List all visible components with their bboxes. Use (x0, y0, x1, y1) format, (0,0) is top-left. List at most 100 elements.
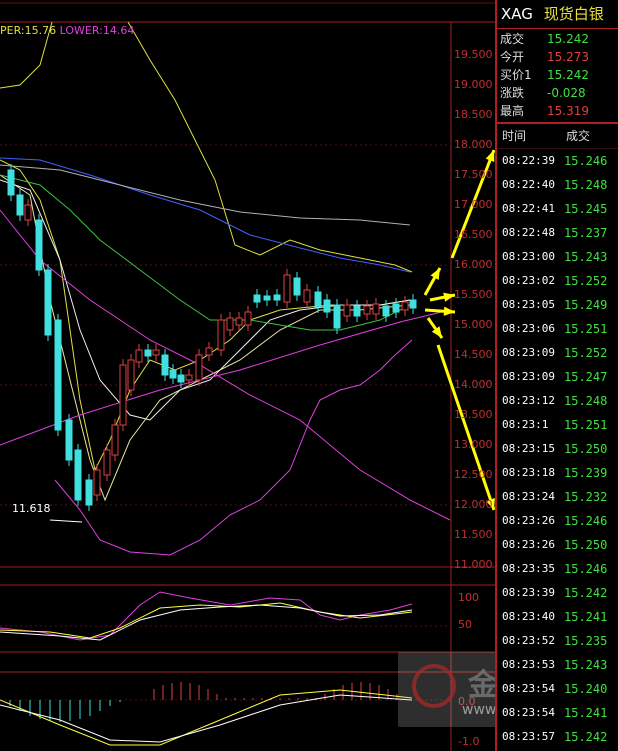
price-axis-tick: 17.000 (454, 198, 493, 211)
tick-time: 08:23:12 (502, 394, 555, 407)
quote-value: 15.242 (547, 32, 589, 46)
tick-row: 08:23:09 15.247 (497, 365, 618, 389)
quote-label: 今开 (500, 50, 525, 64)
bull-candle (103, 449, 111, 476)
tick-list[interactable]: 08:22:39 15.246 08:22:40 15.248 08:22:41 15.2… (497, 149, 618, 749)
tick-price: 15.242 (564, 586, 608, 600)
tick-row: 08:23:02 15.252 (497, 269, 618, 293)
tick-row: 08:22:41 15.245 (497, 197, 618, 221)
price-axis-tick: 11.000 (454, 558, 493, 571)
bull-candle (119, 364, 127, 426)
price-axis-tick: 17.500 (454, 168, 493, 181)
price-axis-tick: 19.000 (454, 78, 493, 91)
tick-row: 08:23:24 15.232 (497, 485, 618, 509)
bear-candle (65, 419, 73, 461)
tick-price: 15.240 (564, 682, 608, 696)
ma-line-grey (0, 164, 411, 226)
tick-row: 08:23:54 15.240 (497, 677, 618, 701)
bear-candle (409, 299, 417, 309)
bull-candle (152, 349, 160, 356)
symbol: XAG (501, 5, 533, 23)
tick-time: 08:23:54 (502, 706, 555, 719)
osc-line-j (0, 604, 413, 641)
tick-price: 15.241 (564, 610, 608, 624)
quote-value: 15.319 (547, 104, 589, 118)
bear-candle (74, 449, 82, 501)
price-axis-tick: 19.500 (454, 48, 493, 61)
tick-row: 08:23:52 15.235 (497, 629, 618, 653)
bear-candle (392, 303, 400, 313)
tick-row: 08:22:39 15.246 (497, 149, 618, 173)
low-marker-line (49, 519, 83, 523)
tick-price: 15.247 (564, 370, 608, 384)
tick-time: 08:23:15 (502, 442, 555, 455)
tick-row: 08:23:09 15.252 (497, 341, 618, 365)
tick-time: 08:23:40 (502, 610, 555, 623)
signal-line (0, 694, 413, 743)
quote-row: 成交 15.242 (497, 30, 618, 48)
quote-value: 15.242 (547, 68, 589, 82)
bear-candle (177, 374, 185, 383)
tick-price: 15.245 (564, 202, 608, 216)
bear-candle (85, 479, 93, 506)
kline-chart[interactable] (0, 0, 495, 751)
bear-candle (54, 319, 62, 431)
tick-price: 15.237 (564, 226, 608, 240)
ma-line-blue (0, 157, 411, 273)
bear-candle (333, 304, 341, 329)
tick-price: 15.248 (564, 394, 608, 408)
instrument-title: XAG 现货白银 (497, 0, 618, 29)
tick-price: 15.246 (564, 562, 608, 576)
bear-candle (263, 295, 271, 301)
annotation-arrow-line (436, 344, 495, 511)
instrument-name: 现货白银 (543, 5, 604, 23)
bollinger-legend: PER:15.76 LOWER:14.64 (0, 24, 134, 37)
macd-line (0, 689, 413, 746)
tick-time: 08:23:35 (502, 562, 555, 575)
tick-price: 15.251 (564, 322, 608, 336)
bull-candle (401, 301, 409, 311)
price-axis-tick: 13.000 (454, 438, 493, 451)
tick-time: 08:23:09 (502, 370, 555, 383)
tick-price: 15.250 (564, 442, 608, 456)
tick-time: 08:23:53 (502, 658, 555, 671)
osc1-tick: 100 (458, 591, 479, 604)
bull-candle (244, 311, 252, 326)
tick-row: 08:23:26 15.250 (497, 533, 618, 557)
tick-row: 08:22:48 15.237 (497, 221, 618, 245)
quote-row: 今开 15.273 (497, 48, 618, 66)
price-axis-tick: 11.500 (454, 528, 493, 541)
quote-summary: 成交 15.242 今开 15.273 买价1 15.242 涨跌 -0.028 最高 15.31… (497, 29, 618, 124)
quote-label: 买价1 (500, 68, 532, 82)
tick-time: 08:23:54 (502, 682, 555, 695)
tick-row: 08:23:53 15.243 (497, 653, 618, 677)
tick-price: 15.252 (564, 274, 608, 288)
tick-time: 08:23:57 (502, 730, 555, 743)
price-axis-tick: 12.000 (454, 498, 493, 511)
bear-candle (253, 294, 261, 303)
tick-price: 15.251 (564, 418, 608, 432)
tick-row: 08:23:54 15.241 (497, 701, 618, 725)
tick-price: 15.242 (564, 730, 608, 744)
bull-candle (111, 424, 119, 456)
tick-row: 08:23:00 15.243 (497, 245, 618, 269)
bull-candle (235, 317, 243, 326)
tick-price: 15.243 (564, 250, 608, 264)
tick-price: 15.232 (564, 490, 608, 504)
bull-candle (217, 319, 225, 351)
tick-time: 08:23:06 (502, 322, 555, 335)
tick-time: 08:23:24 (502, 490, 555, 503)
tick-time: 08:23:26 (502, 514, 555, 527)
tick-row: 08:23:39 15.242 (497, 581, 618, 605)
bear-candle (161, 354, 169, 376)
price-axis-tick: 15.500 (454, 288, 493, 301)
tick-price: 15.241 (564, 706, 608, 720)
tick-time: 08:22:41 (502, 202, 555, 215)
price-axis-tick: 16.000 (454, 258, 493, 271)
bear-candle (382, 305, 390, 317)
bull-candle (283, 274, 291, 303)
tick-price: 15.243 (564, 658, 608, 672)
osc2-tick: -1.0 (458, 735, 480, 748)
bull-candle (195, 354, 203, 381)
tick-row: 08:23:12 15.248 (497, 389, 618, 413)
